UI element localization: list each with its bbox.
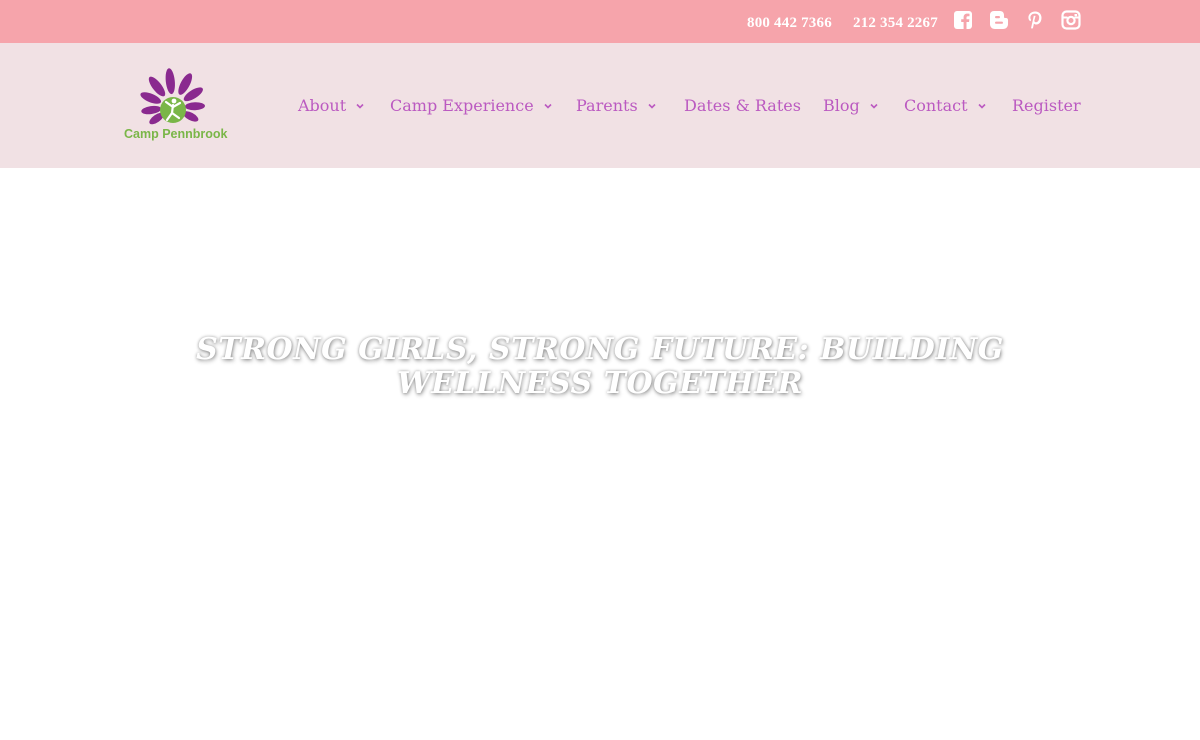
nav-about-label: About bbox=[298, 95, 347, 115]
site-header: Camp Pennbrook About Camp Experience Par… bbox=[0, 43, 1200, 168]
nav-dates-rates-label: Dates & Rates bbox=[684, 95, 801, 115]
facebook-icon[interactable] bbox=[953, 10, 973, 30]
top-bar: 800 442 7366 212 354 2267 bbox=[0, 0, 1200, 43]
nav-blog-label: Blog bbox=[823, 95, 860, 115]
nav-parents-label: Parents bbox=[576, 95, 638, 115]
nav-about[interactable]: About bbox=[298, 93, 365, 117]
chevron-down-icon bbox=[977, 103, 986, 109]
phone-link-2[interactable]: 212 354 2267 bbox=[853, 15, 938, 32]
nav-register[interactable]: Register bbox=[1012, 93, 1081, 117]
nav-blog[interactable]: Blog bbox=[823, 93, 879, 117]
chevron-down-icon bbox=[870, 103, 878, 109]
hero-title: STRONG GIRLS, STRONG FUTURE: BUILDING WE… bbox=[196, 332, 1004, 401]
nav-camp-experience-label: Camp Experience bbox=[390, 95, 534, 115]
instagram-icon[interactable] bbox=[1061, 10, 1081, 30]
nav-parents[interactable]: Parents bbox=[576, 93, 657, 117]
nav-contact[interactable]: Contact bbox=[904, 93, 987, 117]
blogger-icon[interactable] bbox=[989, 10, 1009, 30]
nav-dates-rates[interactable]: Dates & Rates bbox=[684, 93, 801, 117]
nav-contact-label: Contact bbox=[904, 95, 968, 115]
logo-text: Camp Pennbrook bbox=[124, 127, 228, 141]
chevron-down-icon bbox=[544, 103, 552, 109]
nav-camp-experience[interactable]: Camp Experience bbox=[390, 93, 553, 117]
phone-link-1[interactable]: 800 442 7366 bbox=[747, 15, 832, 32]
pinterest-icon[interactable] bbox=[1025, 10, 1045, 30]
chevron-down-icon bbox=[356, 103, 364, 109]
nav-register-label: Register bbox=[1012, 95, 1081, 115]
camp-logo[interactable]: Camp Pennbrook bbox=[122, 65, 228, 147]
chevron-down-icon bbox=[648, 103, 656, 109]
